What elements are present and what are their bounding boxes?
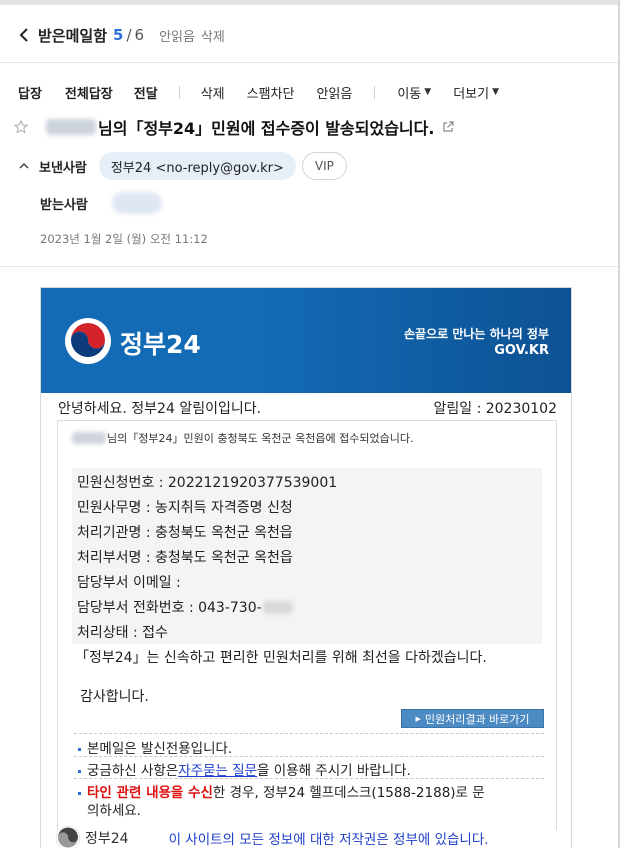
org-name: 처리기관명 : 충청북도 옥천군 옥천읍 (77, 525, 293, 541)
header-delete-action[interactable]: 삭제 (201, 26, 225, 45)
block-spam-button[interactable]: 스팸차단 (247, 83, 295, 102)
blurred-name (72, 432, 106, 444)
note-1-text: 본메일은 발신전용입니다. (87, 741, 233, 757)
mail-toolbar: 답장 전체답장 전달 삭제 스팸차단 안읽음 이동 ▼ 더보기 ▼ (18, 81, 499, 103)
greeting: 안녕하세요. 정부24 알림이입니다. (58, 401, 262, 417)
gov24-banner: 정부24 손끝으로 만나는 하나의 정부 GOV.KR (41, 288, 571, 393)
banner-domain: GOV.KR (494, 343, 549, 358)
notice-date: 알림일 : 20230102 (433, 401, 557, 417)
intro-line: 님의「정부24」민원이 충청북도 옥천군 옥천읍에 접수되었습니다. (72, 430, 413, 446)
triangle-right-icon: ▶ (415, 714, 421, 723)
banner-slogan: 손끝으로 만나는 하나의 정부 (403, 327, 549, 341)
current-index: 5 (113, 26, 124, 44)
external-link-icon[interactable] (442, 120, 456, 134)
note-send-only: 본메일은 발신전용입니다. (78, 737, 232, 757)
caret-down-icon: ▼ (424, 87, 432, 97)
chevron-left-icon[interactable] (18, 23, 36, 47)
toolbar-divider (374, 85, 376, 99)
copyright-text: 이 사이트의 모든 정보에 대한 저작권은 정부에 있습니다. (168, 832, 489, 848)
blurred-receiver-chip[interactable] (111, 192, 162, 214)
count-separator: / (126, 26, 132, 44)
note-helpdesk: 타인 관련 내용을 수신 한 경우, 정부24 헬프데스크(1588-2188)… (78, 781, 485, 801)
affair-name: 민원사무명 : 농지취득 자격증명 신청 (77, 500, 293, 516)
sender-row: 보낸사람 정부24 <no-reply@gov.kr> VIP (18, 152, 347, 180)
header-divider (0, 62, 618, 63)
note-2-pre: 궁금하신 사항은 (87, 763, 179, 779)
vip-button[interactable]: VIP (301, 152, 347, 180)
blurred-recipient-name (46, 119, 96, 135)
bullet-icon (78, 792, 81, 795)
mail-body: 정부24 손끝으로 만나는 하나의 정부 GOV.KR 안녕하세요. 정부24 … (40, 287, 572, 848)
mail-subject: 님의「정부24」민원에 접수증이 발송되었습니다. (98, 119, 435, 138)
total-count: 6 (134, 26, 145, 44)
more-label: 더보기 (453, 86, 490, 102)
footer-brand: 정부24 (85, 831, 129, 847)
star-icon[interactable] (14, 119, 30, 135)
notice-box: 님의「정부24」민원이 충청북도 옥천군 옥천읍에 접수되었습니다. 민원신청번… (57, 420, 557, 830)
mail-header: 받은메일함 5 / 6 안읽음 삭제 (18, 22, 225, 48)
bullet-icon (78, 748, 81, 751)
note-3-warning: 타인 관련 내용을 수신 (87, 785, 213, 801)
sender-label: 보낸사람 (39, 160, 87, 176)
toolbar-divider (178, 85, 180, 99)
footer-taegeuk-logo (55, 825, 81, 848)
dashed-divider (74, 756, 544, 757)
app-number: 민원신청번호 : 2022121920377539001 (77, 475, 338, 491)
more-button[interactable]: 더보기 ▼ (453, 83, 499, 102)
result-button-label: 민원처리결과 바로가기 (424, 712, 530, 726)
sender-chip[interactable]: 정부24 <no-reply@gov.kr> (98, 152, 296, 180)
note-3-post: 한 경우, 정부24 헬프데스크(1588-2188)로 문 (212, 785, 485, 801)
note-2-post: 을 이용해 주시기 바랍니다. (257, 763, 411, 779)
dept-phone: 담당부서 전화번호 : 043-730- (77, 600, 262, 616)
chevron-up-icon[interactable] (18, 158, 34, 174)
dept-phone-row: 담당부서 전화번호 : 043-730- (77, 597, 293, 617)
move-button[interactable]: 이동 ▼ (397, 83, 431, 102)
mail-footer: 정부24 이 사이트의 모든 정보에 대한 저작권은 정부에 있습니다. (55, 825, 575, 848)
folder-name[interactable]: 받은메일함 (38, 25, 107, 46)
application-info: 민원신청번호 : 2022121920377539001 민원사무명 : 농지취… (72, 468, 542, 644)
reply-button[interactable]: 답장 (18, 83, 42, 102)
bullet-icon (78, 770, 81, 773)
result-shortcut-button[interactable]: ▶ 민원처리결과 바로가기 (401, 709, 544, 728)
receiver-label: 받는사람 (40, 197, 88, 213)
move-label: 이동 (397, 86, 422, 102)
note-helpdesk-cont: 의하세요. (87, 803, 141, 819)
banner-brand: 정부24 (120, 330, 201, 359)
note-faq: 궁금하신 사항은 자주묻는 질문 을 이용해 주시기 바랍니다. (78, 759, 411, 779)
window-top-bar (0, 0, 620, 5)
delete-button[interactable]: 삭제 (201, 83, 225, 102)
mark-unread-button[interactable]: 안읽음 (316, 83, 352, 102)
subject-row: 님의「정부24」민원에 접수증이 발송되었습니다. (14, 114, 456, 140)
dashed-divider (74, 778, 544, 779)
faq-link[interactable]: 자주묻는 질문 (178, 759, 257, 779)
mail-date: 2023년 1월 2일 (월) 오전 11:12 (40, 232, 208, 246)
thanks-text: 감사합니다. (80, 689, 149, 705)
intro-text: 님의「정부24」민원이 충청북도 옥천군 옥천읍에 접수되었습니다. (107, 432, 414, 445)
gov-taegeuk-logo (65, 318, 111, 364)
forward-button[interactable]: 전달 (134, 83, 158, 102)
closing-text: 「정부24」는 신속하고 편리한 민원처리를 위해 최선을 다하겠습니다. (75, 650, 487, 666)
receiver-row: 받는사람 (40, 190, 162, 216)
dept-name: 처리부서명 : 충청북도 옥천군 옥천읍 (77, 550, 293, 566)
meta-divider (0, 266, 618, 267)
dept-email: 담당부서 이메일 : (77, 575, 181, 591)
header-unread-action[interactable]: 안읽음 (159, 26, 195, 45)
caret-down-icon: ▼ (492, 87, 499, 97)
dashed-divider (74, 733, 544, 734)
process-status: 처리상태 : 접수 (77, 625, 168, 641)
blurred-phone-digits (262, 600, 293, 614)
reply-all-button[interactable]: 전체답장 (65, 83, 113, 102)
